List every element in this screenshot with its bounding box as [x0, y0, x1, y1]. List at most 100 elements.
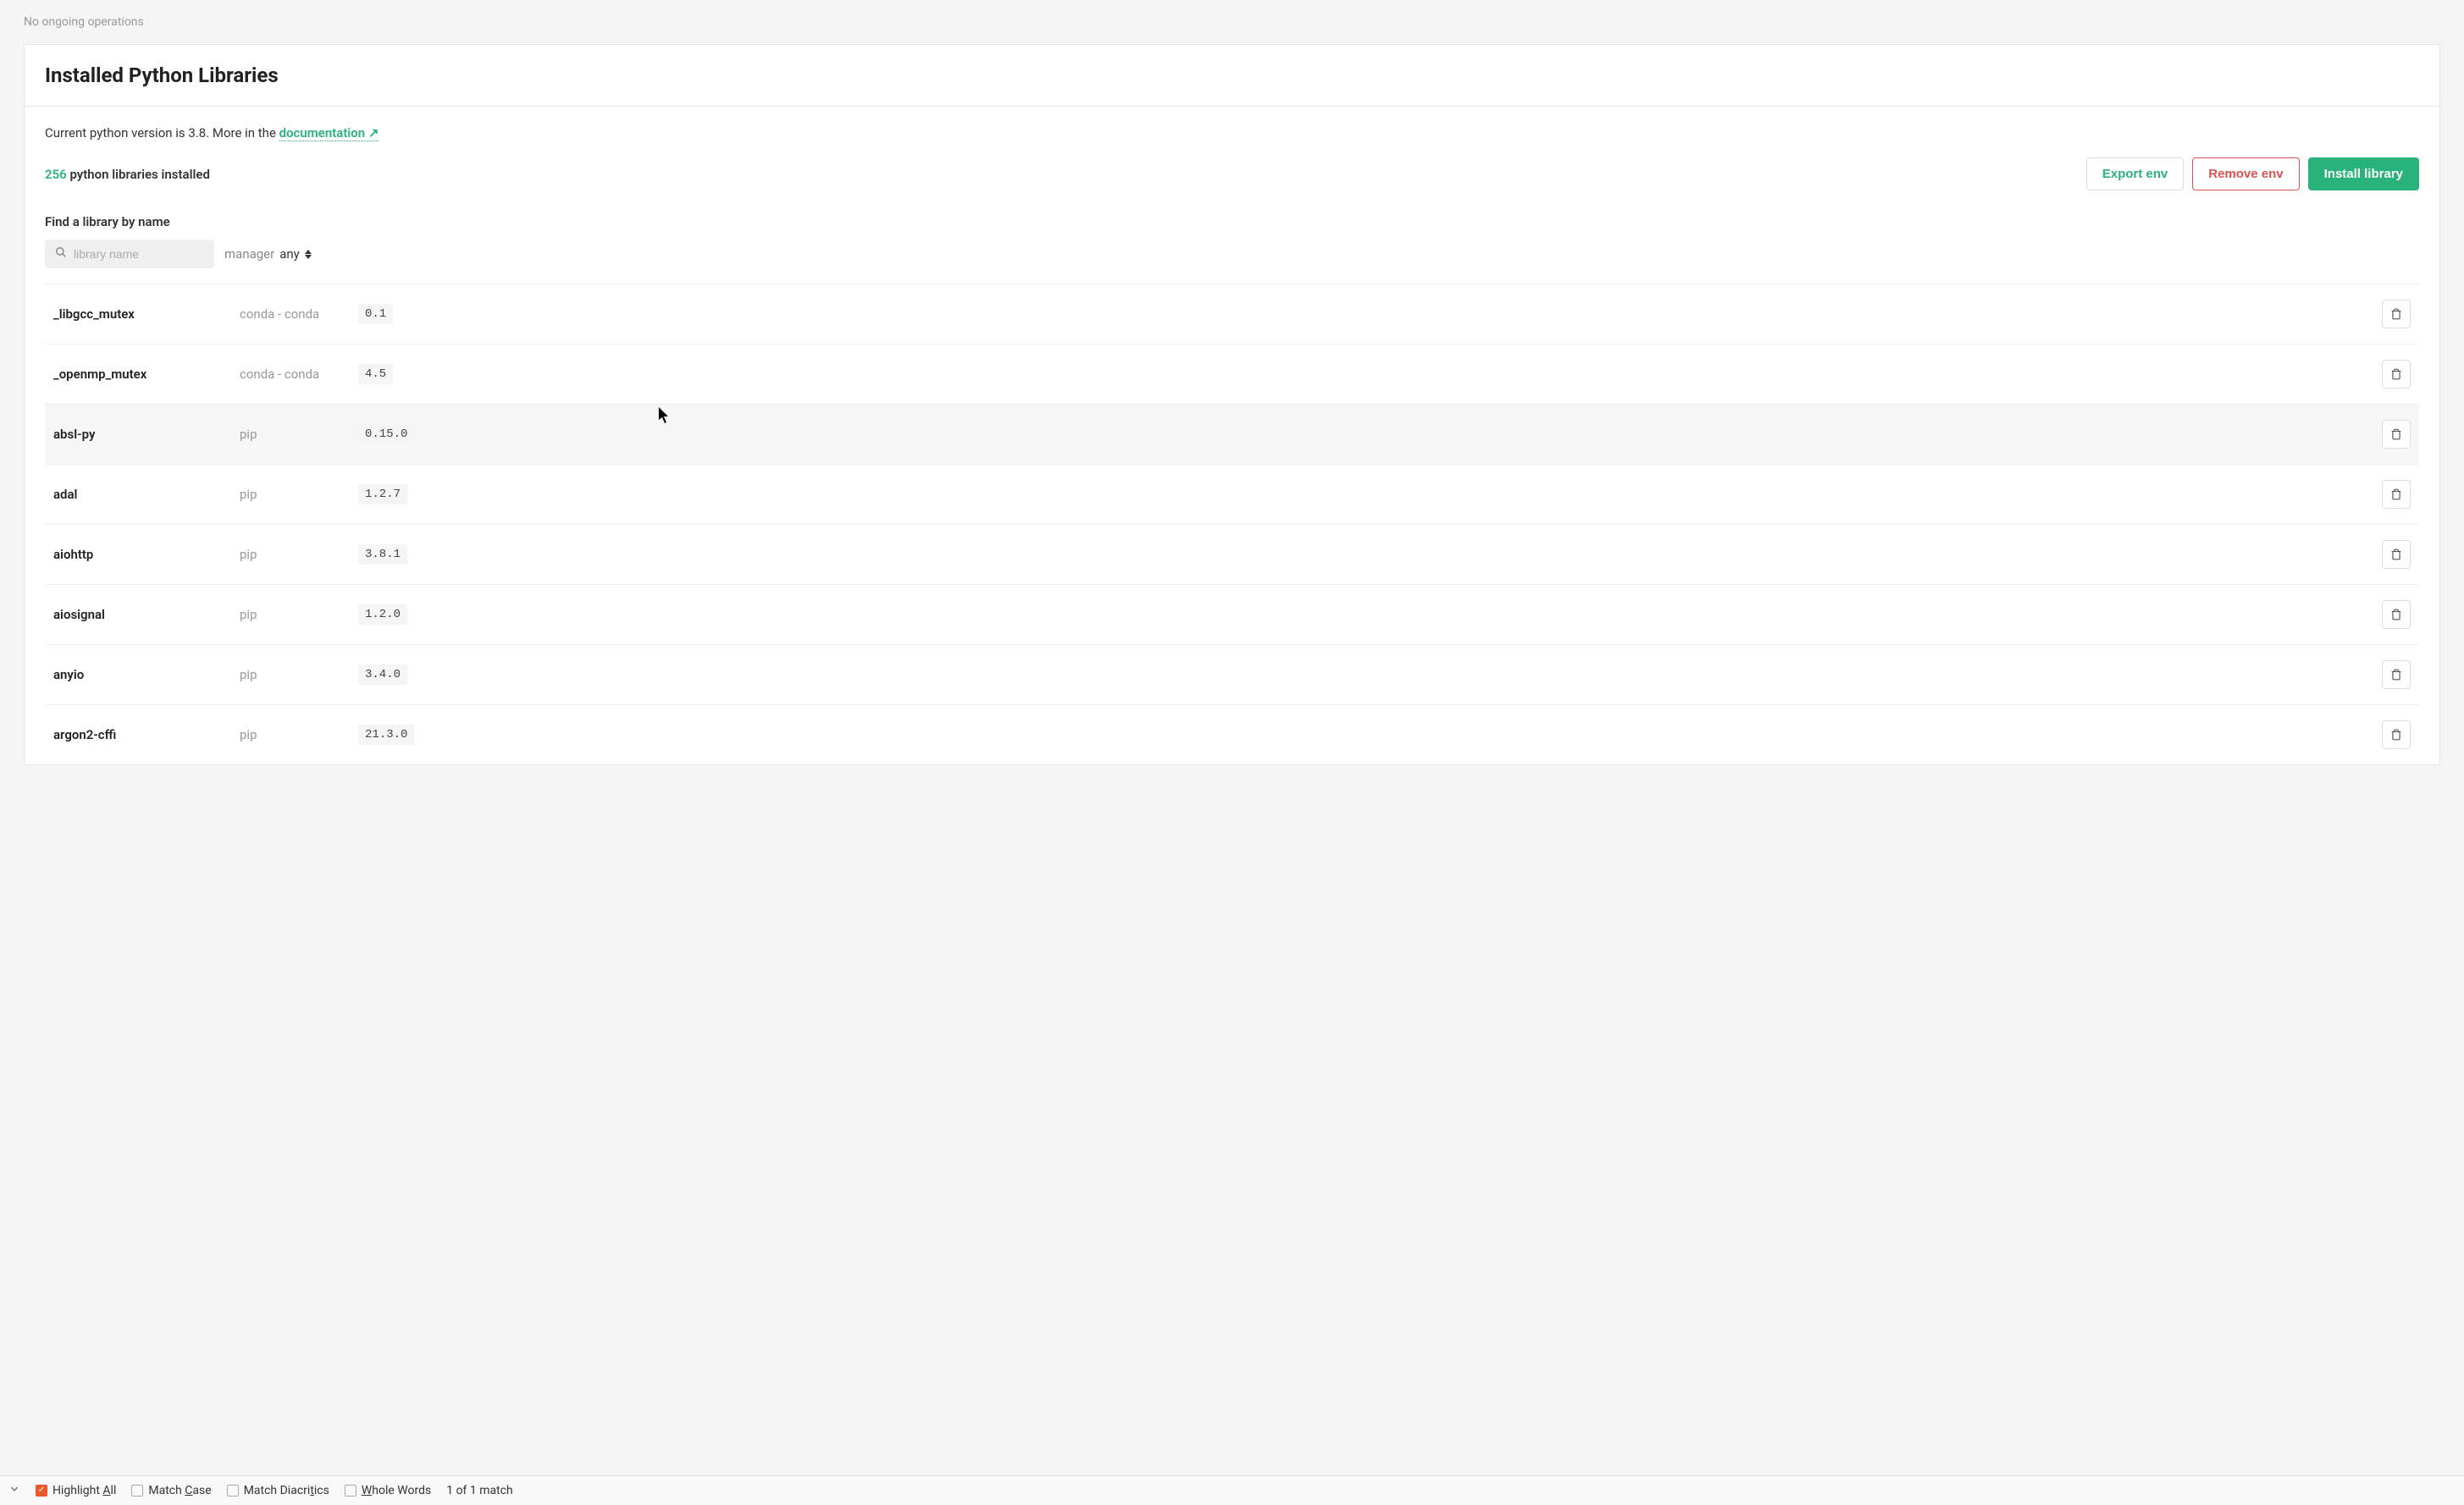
version-badge: 0.1 [358, 304, 393, 324]
libraries-table: _libgcc_mutexconda - conda0.1_openmp_mut… [45, 284, 2419, 764]
delete-button[interactable] [2382, 360, 2411, 389]
library-name: aiohttp [53, 547, 240, 562]
version-badge: 4.5 [358, 364, 393, 384]
library-actions [2377, 660, 2411, 689]
version-badge: 21.3.0 [358, 725, 414, 745]
table-row: aiosignalpip1.2.0 [45, 584, 2419, 644]
library-manager: pip [240, 547, 358, 562]
panel-header: Installed Python Libraries [25, 45, 2439, 107]
library-manager: conda - conda [240, 367, 358, 382]
chevron-down-icon[interactable] [8, 1483, 20, 1498]
panel-body: Current python version is 3.8. More in t… [25, 107, 2439, 764]
delete-button[interactable] [2382, 720, 2411, 749]
delete-button[interactable] [2382, 660, 2411, 689]
table-row: argon2-cffipip21.3.0 [45, 704, 2419, 764]
library-version-cell: 0.15.0 [358, 424, 2377, 444]
table-row: aiohttppip3.8.1 [45, 524, 2419, 584]
trash-icon [2390, 548, 2402, 561]
library-actions [2377, 600, 2411, 629]
sort-icon [305, 250, 312, 259]
table-row: _openmp_mutexconda - conda4.5 [45, 344, 2419, 404]
python-version-info: Current python version is 3.8. More in t… [45, 125, 2419, 141]
remove-env-button[interactable]: Remove env [2192, 157, 2299, 190]
manager-filter[interactable]: manager any [224, 246, 312, 262]
library-version-cell: 4.5 [358, 364, 2377, 384]
library-manager: pip [240, 607, 358, 622]
library-manager: pip [240, 727, 358, 742]
search-label: Find a library by name [45, 214, 2419, 229]
library-name: _libgcc_mutex [53, 306, 240, 322]
version-badge: 3.8.1 [358, 544, 407, 565]
match-count: 1 of 1 match [446, 1484, 513, 1497]
button-group: Export env Remove env Install library [2086, 157, 2419, 190]
export-env-button[interactable]: Export env [2086, 157, 2185, 190]
library-version-cell: 21.3.0 [358, 725, 2377, 745]
delete-button[interactable] [2382, 480, 2411, 509]
library-name: adal [53, 487, 240, 502]
count-number: 256 [45, 167, 67, 182]
library-name: absl-py [53, 427, 240, 442]
documentation-link[interactable]: documentation ↗ [279, 125, 379, 141]
highlight-all-option[interactable]: Highlight All [36, 1484, 116, 1497]
info-text: Current python version is 3.8. More in t… [45, 125, 279, 141]
whole-words-checkbox[interactable] [345, 1485, 356, 1497]
trash-icon [2390, 668, 2402, 681]
manager-label: manager [224, 246, 274, 262]
status-text: No ongoing operations [24, 15, 144, 29]
status-bar: No ongoing operations [0, 0, 2464, 44]
library-version-cell: 3.4.0 [358, 664, 2377, 685]
version-badge: 1.2.7 [358, 484, 407, 504]
library-name: anyio [53, 667, 240, 682]
library-actions [2377, 540, 2411, 569]
trash-icon [2390, 367, 2402, 381]
library-name: argon2-cffi [53, 727, 240, 742]
browser-find-bar: Highlight All Match Case Match Diacritic… [0, 1475, 2464, 1505]
library-manager: conda - conda [240, 306, 358, 322]
toolbar-row: 256 python libraries installed Export en… [45, 157, 2419, 190]
trash-icon [2390, 608, 2402, 621]
library-name: aiosignal [53, 607, 240, 622]
trash-icon [2390, 427, 2402, 441]
version-badge: 3.4.0 [358, 664, 407, 685]
match-diacritics-checkbox[interactable] [227, 1485, 239, 1497]
library-actions [2377, 420, 2411, 449]
trash-icon [2390, 307, 2402, 321]
trash-icon [2390, 728, 2402, 741]
search-section: Find a library by name manager any [45, 214, 2419, 268]
page-title: Installed Python Libraries [45, 63, 2419, 87]
library-version-cell: 1.2.7 [358, 484, 2377, 504]
delete-button[interactable] [2382, 600, 2411, 629]
library-actions [2377, 480, 2411, 509]
library-version-cell: 3.8.1 [358, 544, 2377, 565]
count-suffix: python libraries installed [67, 167, 210, 182]
library-version-cell: 0.1 [358, 304, 2377, 324]
search-icon [55, 246, 67, 262]
library-actions [2377, 360, 2411, 389]
match-case-option[interactable]: Match Case [131, 1484, 211, 1497]
search-input[interactable] [74, 247, 227, 261]
library-count: 256 python libraries installed [45, 167, 210, 182]
delete-button[interactable] [2382, 420, 2411, 449]
library-version-cell: 1.2.0 [358, 604, 2377, 625]
library-name: _openmp_mutex [53, 367, 240, 382]
match-case-checkbox[interactable] [131, 1485, 143, 1497]
library-actions [2377, 300, 2411, 328]
match-diacritics-option[interactable]: Match Diacritics [227, 1484, 329, 1497]
version-badge: 0.15.0 [358, 424, 414, 444]
manager-value: any [279, 246, 300, 262]
install-library-button[interactable]: Install library [2308, 157, 2419, 190]
table-row: anyiopip3.4.0 [45, 644, 2419, 704]
library-manager: pip [240, 487, 358, 502]
search-row: manager any [45, 240, 2419, 268]
main-panel: Installed Python Libraries Current pytho… [24, 44, 2440, 765]
delete-button[interactable] [2382, 540, 2411, 569]
table-row: adalpip1.2.7 [45, 464, 2419, 524]
search-box[interactable] [45, 240, 214, 268]
version-badge: 1.2.0 [358, 604, 407, 625]
table-row: absl-pypip0.15.0 [45, 404, 2419, 464]
highlight-all-checkbox[interactable] [36, 1485, 47, 1497]
whole-words-option[interactable]: Whole Words [345, 1484, 431, 1497]
delete-button[interactable] [2382, 300, 2411, 328]
library-actions [2377, 720, 2411, 749]
trash-icon [2390, 488, 2402, 501]
